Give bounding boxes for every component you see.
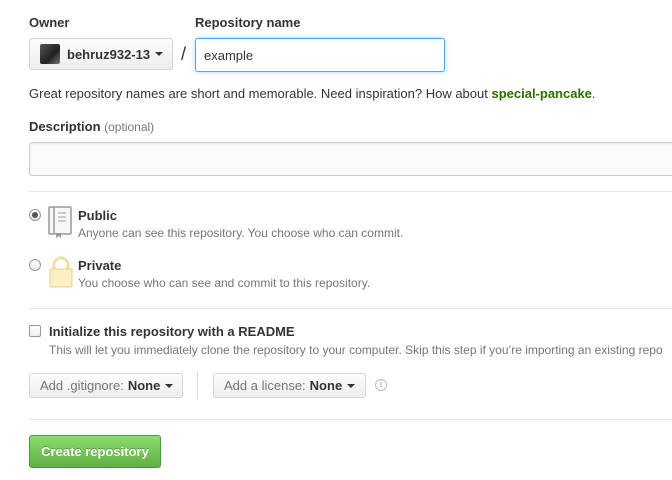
license-label: Add a license: (224, 378, 306, 393)
divider (29, 191, 672, 192)
repo-name-hint: Great repository names are short and mem… (29, 86, 596, 101)
repo-name-input[interactable] (195, 38, 445, 72)
info-icon[interactable]: i (375, 379, 387, 391)
gitignore-label: Add .gitignore: (40, 378, 124, 393)
description-label: Description (optional) (29, 119, 154, 134)
hint-text: Great repository names are short and mem… (29, 86, 492, 101)
book-icon (47, 206, 73, 238)
readme-title: Initialize this repository with a README (49, 324, 295, 339)
gitignore-value: None (127, 378, 161, 393)
public-radio[interactable] (29, 209, 41, 221)
divider (29, 419, 672, 420)
avatar (40, 44, 60, 64)
caret-down-icon (347, 383, 356, 388)
public-subtitle: Anyone can see this repository. You choo… (78, 226, 404, 240)
suggested-name-link[interactable]: special-pancake (491, 86, 591, 101)
private-subtitle: You choose who can see and commit to thi… (78, 276, 371, 290)
gitignore-select[interactable]: Add .gitignore: None (29, 373, 183, 398)
description-label-text: Description (29, 119, 101, 134)
lock-icon (48, 256, 74, 288)
description-input[interactable] (29, 142, 672, 176)
caret-down-icon (165, 383, 174, 388)
hint-suffix: . (591, 86, 596, 101)
readme-checkbox[interactable] (29, 325, 41, 337)
public-title: Public (78, 208, 118, 223)
optional-note: (optional) (104, 120, 155, 134)
private-title: Private (78, 258, 122, 273)
owner-select[interactable]: behruz932-13 (29, 38, 173, 70)
repo-name-label: Repository name (195, 15, 301, 30)
readme-subtitle: This will let you immediately clone the … (49, 343, 663, 357)
divider (29, 308, 672, 309)
caret-down-icon (155, 52, 164, 56)
create-repository-button[interactable]: Create repository (29, 435, 161, 468)
vertical-divider (197, 372, 198, 400)
owner-name: behruz932-13 (67, 46, 151, 62)
owner-repo-separator: / (181, 44, 187, 64)
license-select[interactable]: Add a license: None (213, 373, 366, 398)
license-value: None (309, 378, 343, 393)
private-radio[interactable] (29, 259, 41, 271)
owner-label: Owner (29, 15, 70, 30)
